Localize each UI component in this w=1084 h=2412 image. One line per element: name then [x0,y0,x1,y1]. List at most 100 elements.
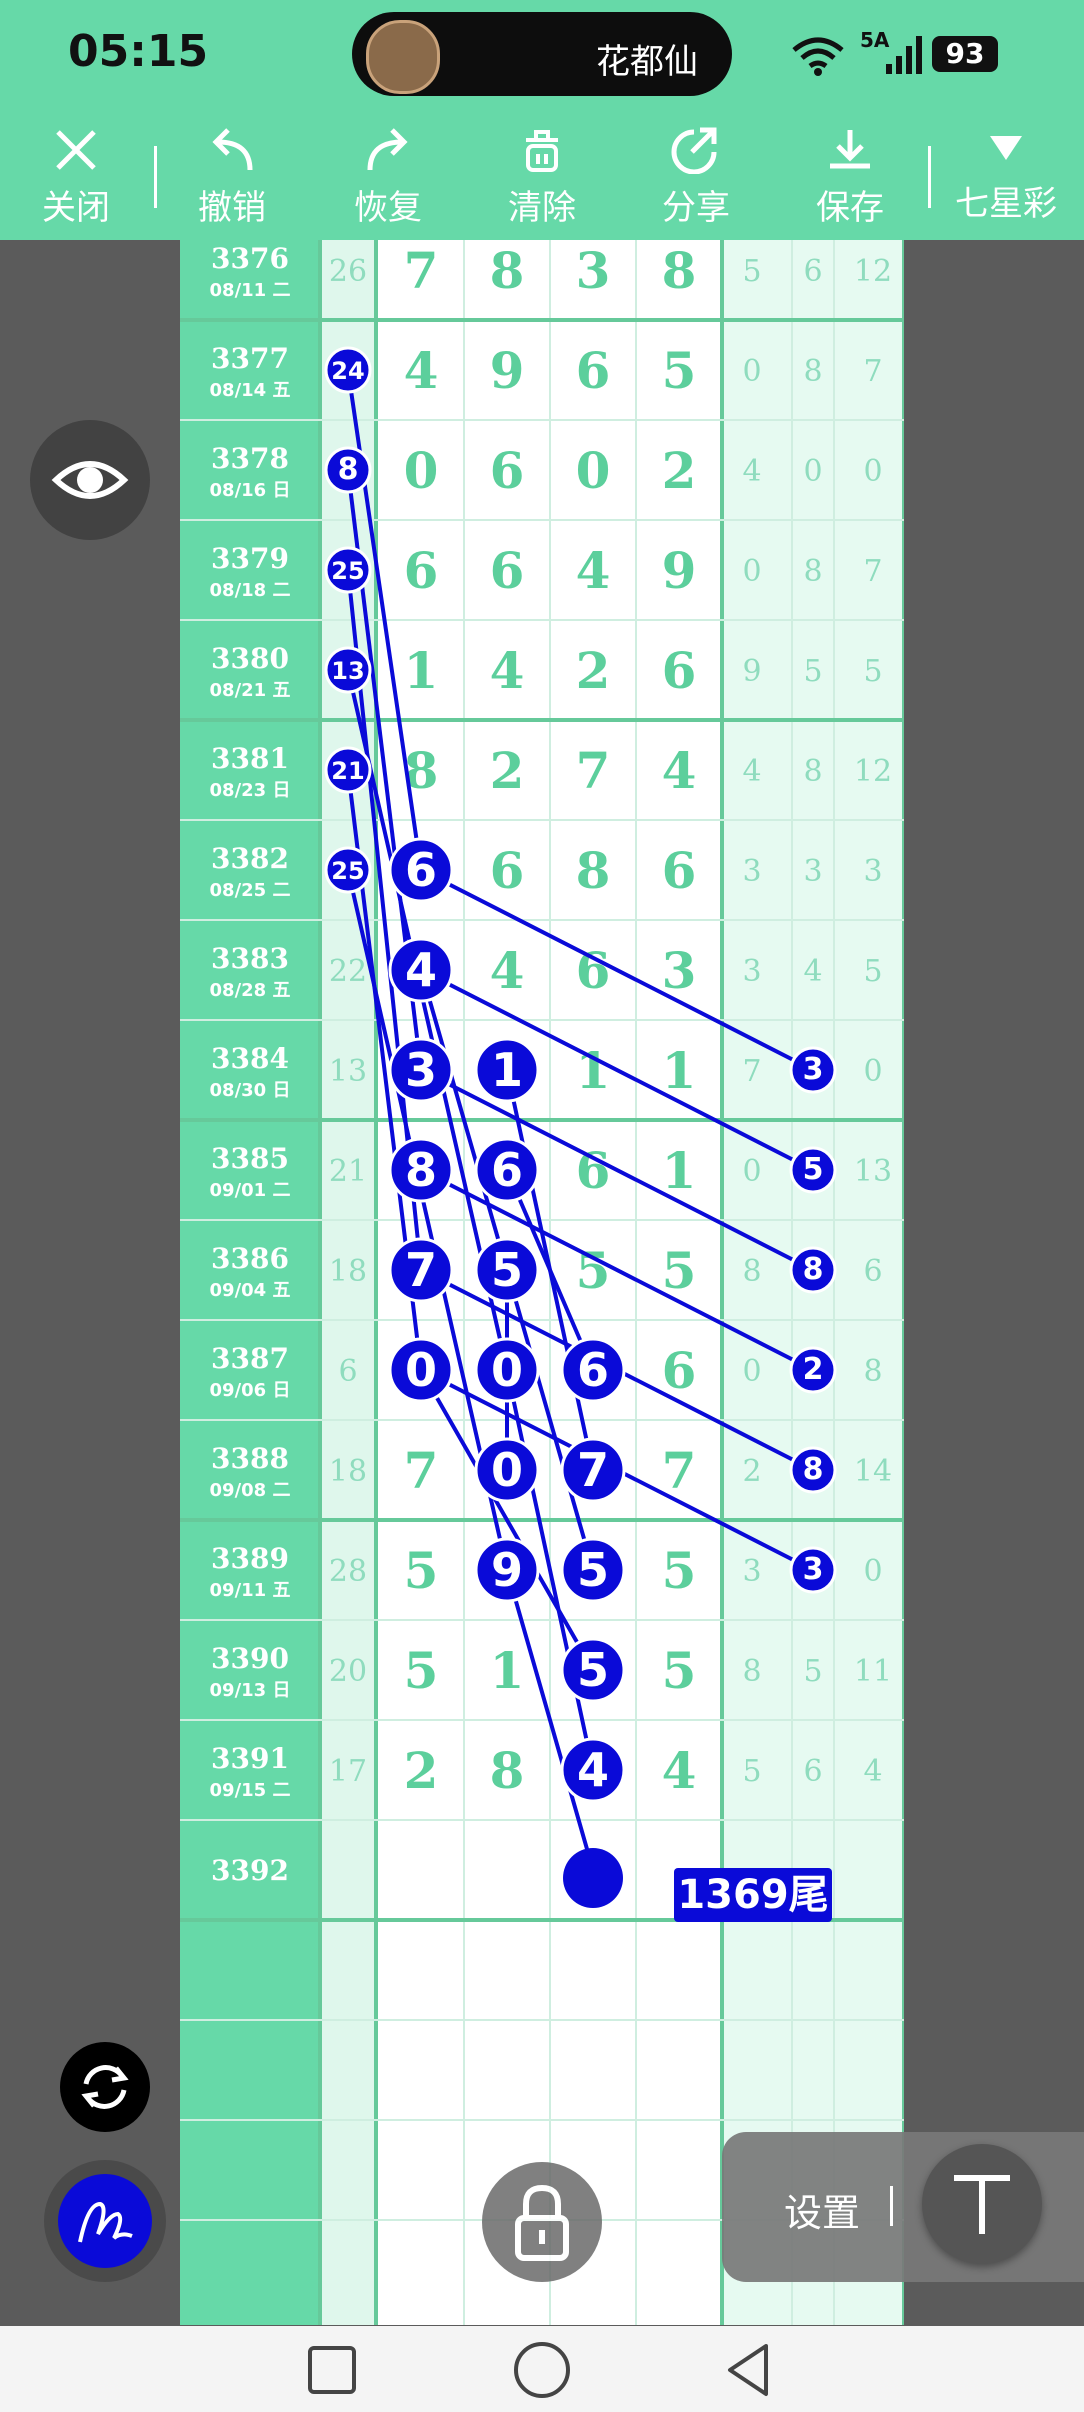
rotate-icon [81,2065,129,2109]
digit-cell: 2 [576,641,611,700]
digit-cell: 3 [576,241,611,300]
issue-number: 3377 [211,342,289,375]
eye-icon [51,461,129,499]
settings-button[interactable]: 设置 [784,2182,860,2237]
text-tool-button[interactable] [922,2144,1042,2264]
rotate-button[interactable] [60,2042,150,2132]
tail-cell: 3 [803,854,822,889]
undo-button[interactable]: 撤销 [172,118,292,238]
lock-button[interactable] [482,2162,602,2282]
tail-cell: 5 [742,254,761,289]
album-art [366,20,440,94]
visibility-toggle-button[interactable] [30,420,150,540]
digit-cell: 9 [490,341,525,400]
tail-cell: 14 [854,1454,892,1489]
digit-cell: 5 [404,1541,439,1600]
wifi-icon [792,37,844,76]
tail-cell: 3 [863,854,882,889]
number-mark-label: 0 [405,1343,437,1397]
number-mark-label: 5 [577,1543,609,1597]
digit-cell: 5 [662,1241,697,1300]
issue-date: 08/18 二 [210,580,291,601]
toolbar-divider [928,146,931,208]
prediction-label: 1369尾 [677,1872,828,1918]
lottery-type-dropdown[interactable]: 七星彩 [946,118,1066,238]
clear-button[interactable]: 清除 [482,118,602,238]
share-button[interactable]: 分享 [636,118,756,238]
tail-cell: 11 [854,1654,892,1689]
sum-cell: 17 [329,1754,367,1789]
digit-cell: 7 [576,741,611,800]
digit-cell: 2 [490,741,525,800]
number-mark-label: 7 [405,1243,437,1297]
number-mark-label: 3 [803,1052,824,1087]
recent-apps-icon[interactable] [302,2340,362,2400]
media-island[interactable]: 花都仙 [352,12,732,96]
lock-icon [515,2184,569,2261]
number-mark-label: 5 [577,1643,609,1697]
clear-label: 清除 [508,188,576,228]
tail-cell: 0 [863,454,882,489]
back-icon[interactable] [718,2340,778,2400]
issue-date: 08/11 二 [210,280,291,301]
tail-cell: 0 [742,554,761,589]
sum-cell: 18 [329,1454,367,1489]
digit-cell: 7 [404,1441,439,1500]
number-mark-label: 2 [803,1352,824,1387]
tail-cell: 5 [863,954,882,989]
digit-cell: 1 [662,1141,697,1200]
number-mark-label: 8 [338,452,359,487]
tail-cell: 5 [803,654,822,689]
digit-cell: 6 [490,841,525,900]
issue-number: 3380 [211,642,289,675]
number-mark-label: 3 [803,1552,824,1587]
digit-cell: 6 [662,1341,697,1400]
clear-icon [526,130,558,172]
tail-cell: 5 [742,1754,761,1789]
redo-button[interactable]: 恢复 [328,118,448,238]
save-button[interactable]: 保存 [790,118,910,238]
tail-cell: 8 [742,1654,761,1689]
close-button[interactable]: 关闭 [16,118,136,238]
issue-date: 08/30 日 [210,1080,291,1101]
issue-number: 3376 [211,242,289,275]
text-icon [954,2175,1010,2234]
pen-scribble-icon [78,2201,133,2243]
tail-cell: 8 [803,554,822,589]
issue-date: 08/16 日 [210,480,291,501]
digit-cell: 8 [490,1741,525,1800]
prediction-dot [563,1848,623,1908]
undo-label: 撤销 [198,188,266,228]
digit-cell: 6 [576,341,611,400]
tail-cell: 8 [803,354,822,389]
drawing-toolbar: 关闭 撤销 恢复 清除 分享 保存 七星彩 [0,108,1084,240]
number-mark-label: 0 [491,1343,523,1397]
issue-date: 08/23 日 [210,780,291,801]
download-icon [830,130,870,169]
share-label: 分享 [662,188,730,228]
issue-date: 08/14 五 [210,380,291,401]
tail-cell: 6 [803,254,822,289]
issue-number: 3381 [211,742,289,775]
digit-cell: 4 [662,1741,697,1800]
digit-cell: 1 [404,641,439,700]
trend-chart-table[interactable]: 337608/11 二2678385612337708/14 五24496508… [180,240,904,2325]
tail-cell: 12 [854,254,892,289]
pen-tool-button[interactable] [58,2174,152,2268]
digit-cell: 5 [662,1541,697,1600]
number-mark-label: 5 [491,1243,523,1297]
issue-number: 3386 [211,1242,289,1275]
tail-cell: 5 [803,1654,822,1689]
trend-chart-canvas[interactable]: 337608/11 二2678385612337708/14 五24496508… [180,240,904,2325]
issue-number: 3390 [211,1642,289,1675]
issue-number: 3385 [211,1142,289,1175]
issue-date: 08/21 五 [210,680,291,701]
tail-cell: 8 [803,754,822,789]
digit-cell: 1 [490,1641,525,1700]
issue-date: 09/13 日 [210,1680,291,1701]
save-label: 保存 [816,188,884,228]
home-icon[interactable] [510,2338,574,2402]
digit-cell: 6 [404,541,439,600]
number-mark-label: 25 [331,857,364,885]
issue-number: 3379 [211,542,289,575]
